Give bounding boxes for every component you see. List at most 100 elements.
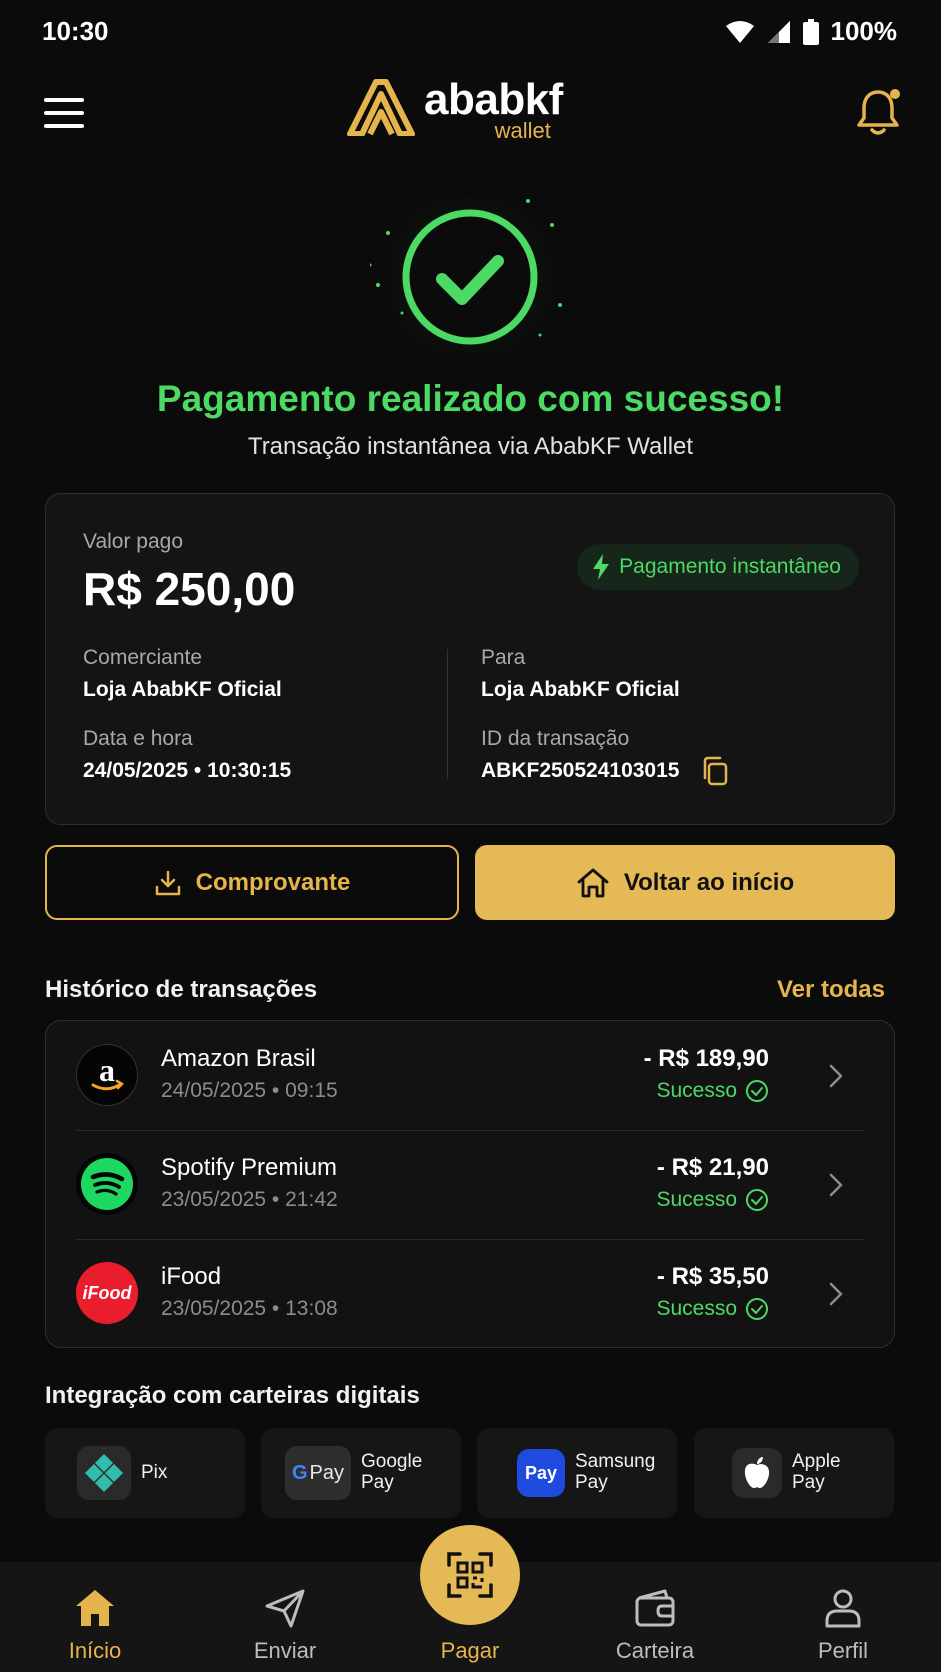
instant-payment-badge: Pagamento instantâneo xyxy=(577,544,859,590)
brand-logo: ababkf wallet xyxy=(346,78,563,142)
wallet-label-line2: Pay xyxy=(361,1472,394,1493)
wallet-label-line1: Samsung xyxy=(575,1451,656,1473)
battery-percent: 100% xyxy=(830,16,898,46)
status-icons: 100% xyxy=(725,16,898,47)
samsung-pay-icon-text: Pay xyxy=(524,1462,558,1483)
chevron-right-icon xyxy=(829,1064,843,1088)
amazon-logo-icon: a xyxy=(76,1044,138,1106)
home-outline-icon xyxy=(577,868,609,897)
home-icon xyxy=(76,1590,114,1626)
wallet-icon xyxy=(635,1589,675,1627)
transaction-row-spotify[interactable]: Spotify Premium 23/05/2025 • 21:42 - R$ … xyxy=(46,1130,894,1239)
transaction-status-label: Sucesso xyxy=(656,1297,737,1320)
nav-pay-label: Pagar xyxy=(440,1638,500,1663)
nav-wallet-label: Carteira xyxy=(615,1638,695,1663)
wallet-pix[interactable]: Pix xyxy=(45,1428,245,1518)
see-all-link[interactable]: Ver todas xyxy=(777,976,885,1004)
transaction-row-ifood[interactable]: iFood iFood 23/05/2025 • 13:08 - R$ 35,5… xyxy=(46,1239,894,1348)
transaction-date: 24/05/2025 • 09:15 xyxy=(161,1079,338,1102)
transaction-status: Sucesso xyxy=(656,1297,769,1321)
nav-profile-label: Perfil xyxy=(817,1638,869,1663)
spotify-logo-icon xyxy=(76,1153,138,1215)
pix-icon xyxy=(77,1446,131,1500)
ifood-logo-text: iFood xyxy=(82,1282,132,1303)
nav-send[interactable]: Enviar xyxy=(215,1588,355,1664)
chevron-right-icon xyxy=(829,1173,843,1197)
history-title: Histórico de transações xyxy=(45,976,318,1003)
wallet-label-line1: Google xyxy=(361,1451,423,1473)
datetime-label: Data e hora xyxy=(83,727,193,750)
transaction-amount: - R$ 189,90 xyxy=(643,1045,769,1072)
wallet-apple-pay[interactable]: Apple Pay xyxy=(694,1428,894,1518)
wallet-samsung-pay[interactable]: Pay Samsung Pay xyxy=(477,1428,677,1518)
transaction-name: Amazon Brasil xyxy=(161,1045,316,1072)
transaction-status: Sucesso xyxy=(656,1079,769,1103)
transaction-status-label: Sucesso xyxy=(656,1188,737,1211)
google-pay-icon: G Pay xyxy=(285,1446,351,1500)
wallet-label-line1: Apple xyxy=(792,1451,841,1473)
svg-text:a: a xyxy=(99,1053,115,1088)
nav-profile[interactable]: Perfil xyxy=(773,1588,913,1664)
payment-amount: R$ 250,00 xyxy=(83,563,296,615)
check-circle-icon xyxy=(746,1080,768,1102)
nav-pay[interactable]: Pagar xyxy=(400,1588,540,1664)
transaction-row-amazon[interactable]: a Amazon Brasil 24/05/2025 • 09:15 - R$ … xyxy=(46,1021,894,1130)
transaction-status-label: Sucesso xyxy=(656,1079,737,1102)
apple-icon xyxy=(732,1448,782,1498)
details-divider xyxy=(447,649,448,779)
wallets-title: Integração com carteiras digitais xyxy=(45,1382,420,1409)
txid-value: ABKF250524103015 xyxy=(481,759,680,782)
wallet-label: Pix xyxy=(141,1461,168,1483)
brand-name: ababkf xyxy=(424,75,563,124)
payment-details-card: Valor pago R$ 250,00 Pagamento instantân… xyxy=(45,493,895,825)
receipt-button[interactable]: Comprovante xyxy=(45,845,459,920)
datetime-value: 24/05/2025 • 10:30:15 xyxy=(83,759,292,782)
transaction-status: Sucesso xyxy=(656,1188,769,1212)
send-icon xyxy=(265,1589,305,1628)
wallet-label-line2: Pay xyxy=(792,1472,825,1493)
success-check-icon xyxy=(370,195,565,355)
battery-icon xyxy=(802,18,819,45)
lightning-icon xyxy=(593,554,610,580)
transaction-amount: - R$ 35,50 xyxy=(656,1263,769,1290)
ifood-logo-icon: iFood xyxy=(76,1262,138,1324)
wallet-label: Apple Pay xyxy=(792,1452,841,1493)
receipt-button-label: Comprovante xyxy=(195,868,351,896)
nav-home-label: Início xyxy=(68,1638,122,1663)
transaction-date: 23/05/2025 • 21:42 xyxy=(161,1188,338,1211)
transaction-amount: - R$ 21,90 xyxy=(656,1154,769,1181)
status-time: 10:30 xyxy=(42,16,109,46)
signal-icon xyxy=(767,20,790,43)
success-subtitle: Transação instantânea via AbabKF Wallet xyxy=(247,433,694,460)
transaction-date: 23/05/2025 • 13:08 xyxy=(161,1297,338,1320)
transaction-name: iFood xyxy=(161,1263,222,1290)
google-pay-icon-text: Pay xyxy=(309,1461,345,1484)
copy-icon[interactable] xyxy=(701,756,729,786)
samsung-pay-icon: Pay xyxy=(517,1449,565,1497)
merchant-value: Loja AbabKF Oficial xyxy=(83,678,282,701)
recipient-value: Loja AbabKF Oficial xyxy=(481,678,680,701)
nav-home[interactable]: Início xyxy=(25,1588,165,1664)
chevron-right-icon xyxy=(829,1282,843,1306)
notification-bell-icon[interactable] xyxy=(856,88,900,138)
amount-label: Valor pago xyxy=(83,530,184,553)
transaction-name: Spotify Premium xyxy=(161,1154,338,1181)
menu-button[interactable] xyxy=(44,98,84,128)
transaction-history-list: a Amazon Brasil 24/05/2025 • 09:15 - R$ … xyxy=(45,1020,895,1348)
wifi-icon xyxy=(725,20,754,43)
back-home-button-label: Voltar ao início xyxy=(623,868,795,896)
wallet-label: Google Pay xyxy=(361,1452,422,1493)
txid-label: ID da transação xyxy=(481,727,630,750)
check-circle-icon xyxy=(746,1189,768,1211)
download-icon xyxy=(155,870,180,895)
brand-mark-icon xyxy=(347,79,415,136)
wallet-label: Samsung Pay xyxy=(575,1452,655,1493)
merchant-label: Comerciante xyxy=(83,646,203,669)
nav-send-label: Enviar xyxy=(253,1638,317,1663)
nav-wallet[interactable]: Carteira xyxy=(585,1588,725,1664)
recipient-label: Para xyxy=(481,646,526,669)
back-home-button[interactable]: Voltar ao início xyxy=(475,845,895,920)
user-icon xyxy=(825,1589,861,1628)
wallet-google-pay[interactable]: G Pay Google Pay xyxy=(261,1428,461,1518)
check-circle-icon xyxy=(746,1298,768,1320)
